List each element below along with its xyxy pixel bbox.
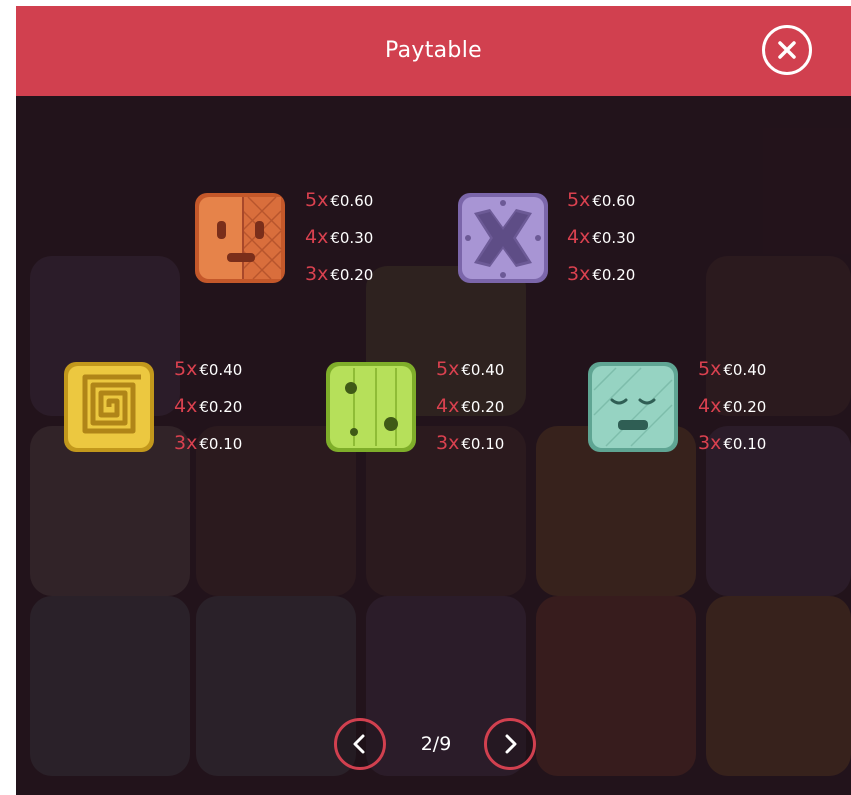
payout-row: 5x €0.40 (174, 351, 294, 388)
payout-row: 4x €0.30 (305, 219, 425, 256)
payout-row: 3x €0.20 (567, 256, 687, 293)
teal-sleeping-face-payouts: 5x €0.40 4x €0.20 3x €0.10 (698, 351, 818, 462)
payout-value: €0.20 (461, 398, 505, 416)
payout-row: 3x €0.10 (436, 425, 556, 462)
orange-face-payouts: 5x €0.60 4x €0.30 3x €0.20 (305, 182, 425, 293)
teal-sleeping-face-block-icon (588, 362, 678, 452)
yellow-spiral-block-icon (64, 362, 154, 452)
payout-value: €0.10 (199, 435, 243, 453)
payout-row: 5x €0.40 (698, 351, 818, 388)
multiplier: 5x (698, 358, 722, 380)
payout-value: €0.30 (330, 229, 374, 247)
payout-row: 4x €0.20 (436, 388, 556, 425)
green-dice-block-icon (326, 362, 416, 452)
multiplier: 3x (436, 432, 460, 454)
payout-row: 5x €0.40 (436, 351, 556, 388)
page-indicator: 2/9 (420, 733, 452, 755)
payout-value: €0.20 (723, 398, 767, 416)
paytable-screen: Paytable 5x €0.60 4x €0.30 3x €0.20 5x €… (16, 6, 851, 795)
multiplier: 5x (436, 358, 460, 380)
multiplier: 4x (174, 395, 198, 417)
payout-row: 4x €0.20 (698, 388, 818, 425)
payout-row: 5x €0.60 (305, 182, 425, 219)
page-title: Paytable (385, 38, 482, 63)
payout-row: 4x €0.30 (567, 219, 687, 256)
pagination: 2/9 (16, 716, 851, 776)
purple-x-payouts: 5x €0.60 4x €0.30 3x €0.20 (567, 182, 687, 293)
payout-row: 3x €0.10 (174, 425, 294, 462)
payout-value: €0.20 (592, 266, 636, 284)
close-icon (778, 41, 796, 59)
orange-face-block-icon (195, 193, 285, 283)
payout-value: €0.30 (592, 229, 636, 247)
yellow-spiral-payouts: 5x €0.40 4x €0.20 3x €0.10 (174, 351, 294, 462)
close-button[interactable] (762, 25, 812, 75)
multiplier: 5x (174, 358, 198, 380)
multiplier: 5x (567, 189, 591, 211)
multiplier: 3x (174, 432, 198, 454)
chevron-left-icon (353, 734, 365, 754)
multiplier: 3x (305, 263, 329, 285)
multiplier: 3x (698, 432, 722, 454)
payout-row: 3x €0.10 (698, 425, 818, 462)
multiplier: 4x (567, 226, 591, 248)
purple-x-block-icon (458, 193, 548, 283)
payout-row: 5x €0.60 (567, 182, 687, 219)
payout-value: €0.20 (199, 398, 243, 416)
multiplier: 5x (305, 189, 329, 211)
chevron-right-icon (505, 734, 517, 754)
multiplier: 3x (567, 263, 591, 285)
multiplier: 4x (305, 226, 329, 248)
header-bar: Paytable (16, 6, 851, 96)
payout-value: €0.10 (461, 435, 505, 453)
payout-value: €0.40 (461, 361, 505, 379)
payout-value: €0.60 (592, 192, 636, 210)
multiplier: 4x (698, 395, 722, 417)
payout-value: €0.60 (330, 192, 374, 210)
previous-page-button[interactable] (334, 718, 386, 770)
green-dice-payouts: 5x €0.40 4x €0.20 3x €0.10 (436, 351, 556, 462)
payout-row: 3x €0.20 (305, 256, 425, 293)
payout-value: €0.10 (723, 435, 767, 453)
payout-value: €0.20 (330, 266, 374, 284)
paytable-content: 5x €0.60 4x €0.30 3x €0.20 5x €0.60 4x €0.30 … (16, 96, 851, 795)
payout-row: 4x €0.20 (174, 388, 294, 425)
next-page-button[interactable] (484, 718, 536, 770)
payout-value: €0.40 (723, 361, 767, 379)
multiplier: 4x (436, 395, 460, 417)
payout-value: €0.40 (199, 361, 243, 379)
